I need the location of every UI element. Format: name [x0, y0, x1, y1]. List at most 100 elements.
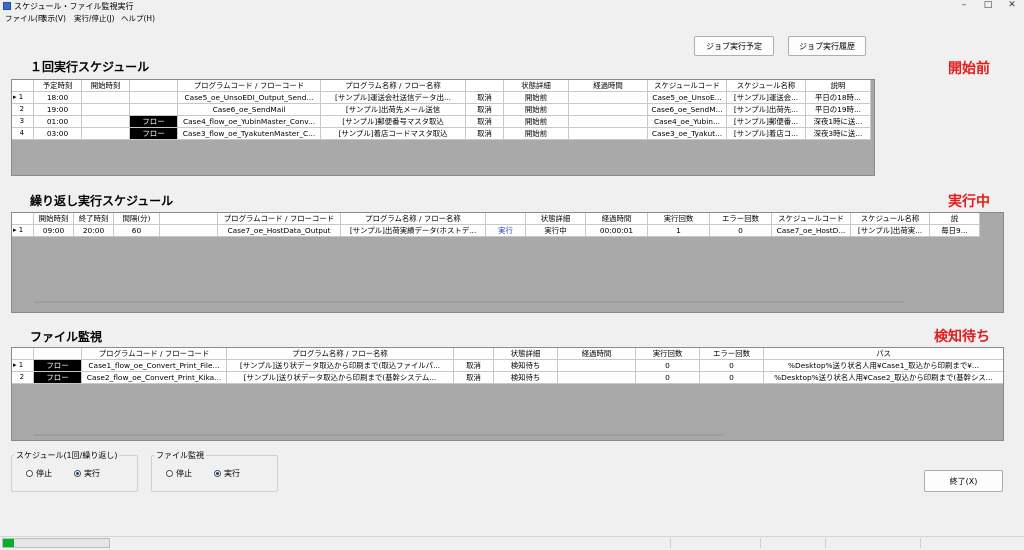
column-header[interactable]: 開始時刻 [34, 213, 74, 225]
table-cell: 0 [700, 372, 764, 384]
column-header[interactable] [454, 348, 494, 360]
menu-view[interactable]: 表示(V) [40, 13, 66, 24]
horizontal-scrollbar[interactable] [34, 301, 904, 303]
table-row[interactable]: 2 19:00 Case6_oe_SendMail [サンプル]出荷先メール送信 取消開… [12, 104, 871, 116]
column-header[interactable]: 予定時刻 [34, 80, 82, 92]
cancel-button[interactable]: 取消 [466, 128, 504, 140]
table-cell: 深夜1時に送... [806, 116, 871, 128]
file-watch-title: ファイル監視 [30, 330, 103, 344]
table-cell: 20:00 [74, 225, 114, 237]
table-cell: 1 [648, 225, 710, 237]
column-header[interactable]: プログラム名称 / フロー名称 [341, 213, 486, 225]
column-header[interactable]: プログラム名称 / フロー名称 [321, 80, 466, 92]
column-header[interactable]: スケジュール名称 [727, 80, 806, 92]
column-header[interactable] [130, 80, 178, 92]
table-cell: [サンプル]出荷実績データ(ホストデ... [341, 225, 486, 237]
status-bar [0, 536, 1024, 550]
status-separator [670, 538, 671, 548]
table-cell [558, 360, 636, 372]
table-cell: [サンプル]着店コ... [727, 128, 806, 140]
column-header[interactable]: 実行回数 [636, 348, 700, 360]
column-header[interactable]: スケジュールコード [772, 213, 851, 225]
table-cell: [サンプル]郵便番... [727, 116, 806, 128]
status-separator [920, 538, 921, 548]
table-cell: [サンプル]送り状データ取込から印刷まで(取込ファイルパ... [227, 360, 454, 372]
column-header[interactable]: 説明 [806, 80, 871, 92]
radio-off-icon [166, 470, 173, 477]
minimize-icon[interactable]: – [954, 0, 974, 12]
menu-run-stop[interactable]: 実行/停止(J) [74, 13, 115, 24]
row-header[interactable]: ▸ 1 [12, 225, 34, 237]
table-cell: 0 [700, 360, 764, 372]
column-header[interactable]: 説 [930, 213, 980, 225]
column-header[interactable]: プログラム名称 / フロー名称 [227, 348, 454, 360]
table-cell: Case4_oe_Yubin... [648, 116, 727, 128]
cancel-button[interactable]: 取消 [454, 372, 494, 384]
cancel-button[interactable]: 取消 [466, 92, 504, 104]
repeat-schedule-grid[interactable]: 開始時刻 終了時刻 間隔(分) プログラムコード / フローコード プログラム名称 / … [11, 212, 1004, 313]
maximize-icon[interactable]: □ [978, 0, 998, 12]
row-header[interactable]: 3 [12, 116, 34, 128]
horizontal-scrollbar[interactable] [34, 434, 724, 436]
column-header[interactable]: 実行回数 [648, 213, 710, 225]
row-header[interactable]: ▸ 1 [12, 92, 34, 104]
table-row[interactable]: ▸ 1 18:00 Case5_oe_UnsoEDI_Output_Send...[… [12, 92, 871, 104]
column-header[interactable]: プログラムコード / フローコード [178, 80, 321, 92]
schedule-stop-radio[interactable]: 停止 [26, 468, 52, 479]
column-header[interactable]: 状態詳細 [526, 213, 586, 225]
table-cell: 0 [636, 360, 700, 372]
column-header[interactable] [34, 348, 82, 360]
column-header[interactable]: 開始時刻 [82, 80, 130, 92]
window-title: スケジュール・ファイル監視実行 [14, 2, 134, 11]
column-header[interactable]: 間隔(分) [114, 213, 160, 225]
row-header[interactable]: 4 [12, 128, 34, 140]
column-header[interactable]: 終了時刻 [74, 213, 114, 225]
table-cell: Case3_oe_Tyakut... [648, 128, 727, 140]
repeat-state-label: 実行中 [948, 194, 990, 210]
column-header[interactable]: スケジュール名称 [851, 213, 930, 225]
job-schedule-button[interactable]: ジョブ実行予定 [694, 36, 774, 56]
table-cell [569, 104, 648, 116]
table-row[interactable]: 2 フロー Case2_flow_oe_Convert_Print_Kika...[… [12, 372, 1003, 384]
column-header[interactable]: 経過時間 [569, 80, 648, 92]
column-header[interactable]: 状態詳細 [504, 80, 569, 92]
menu-help[interactable]: ヘルプ(H) [121, 13, 155, 24]
title-bar [0, 0, 1024, 12]
column-header[interactable] [466, 80, 504, 92]
table-cell: Case1_flow_oe_Convert_Print_File... [82, 360, 227, 372]
column-header[interactable]: パス [764, 348, 1003, 360]
column-header[interactable]: プログラムコード / フローコード [82, 348, 227, 360]
table-cell: 検知待ち [494, 372, 558, 384]
once-schedule-grid[interactable]: 予定時刻 開始時刻 プログラムコード / フローコード プログラム名称 / フロー名称… [11, 79, 875, 176]
column-header[interactable]: エラー回数 [700, 348, 764, 360]
row-header[interactable]: 2 [12, 104, 34, 116]
cancel-button[interactable]: 取消 [466, 116, 504, 128]
table-row[interactable]: ▸ 1 フロー Case1_flow_oe_Convert_Print_File..… [12, 360, 1003, 372]
exit-button[interactable]: 終了(X) [924, 470, 1003, 492]
table-cell [82, 116, 130, 128]
row-header[interactable]: 2 [12, 372, 34, 384]
column-header[interactable]: プログラムコード / フローコード [218, 213, 341, 225]
table-cell: 0 [710, 225, 772, 237]
column-header[interactable]: 状態詳細 [494, 348, 558, 360]
file-watch-grid[interactable]: プログラムコード / フローコード プログラム名称 / フロー名称 状態詳細 経過時間… [11, 347, 1004, 441]
watch-run-radio[interactable]: 実行 [214, 468, 240, 479]
table-cell [569, 128, 648, 140]
column-header[interactable] [486, 213, 526, 225]
column-header[interactable]: 経過時間 [586, 213, 648, 225]
table-row[interactable]: 3 01:00 フロー Case4_flow_oe_YubinMaster_Conv.… [12, 116, 871, 128]
run-link[interactable]: 実行 [486, 225, 526, 237]
table-row[interactable]: 4 03:00 フロー Case3_flow_oe_TyakutenMaster_C.… [12, 128, 871, 140]
cancel-button[interactable]: 取消 [466, 104, 504, 116]
column-header[interactable]: スケジュールコード [648, 80, 727, 92]
table-row[interactable]: ▸ 1 09:00 20:00 60 Case7_oe_HostData_Output[… [12, 225, 980, 237]
row-header[interactable]: ▸ 1 [12, 360, 34, 372]
cancel-button[interactable]: 取消 [454, 360, 494, 372]
watch-stop-radio[interactable]: 停止 [166, 468, 192, 479]
column-header[interactable]: 経過時間 [558, 348, 636, 360]
job-history-button[interactable]: ジョブ実行履歴 [788, 36, 866, 56]
column-header[interactable]: エラー回数 [710, 213, 772, 225]
column-header[interactable] [160, 213, 218, 225]
schedule-run-radio[interactable]: 実行 [74, 468, 100, 479]
close-icon[interactable]: ✕ [1002, 0, 1022, 12]
